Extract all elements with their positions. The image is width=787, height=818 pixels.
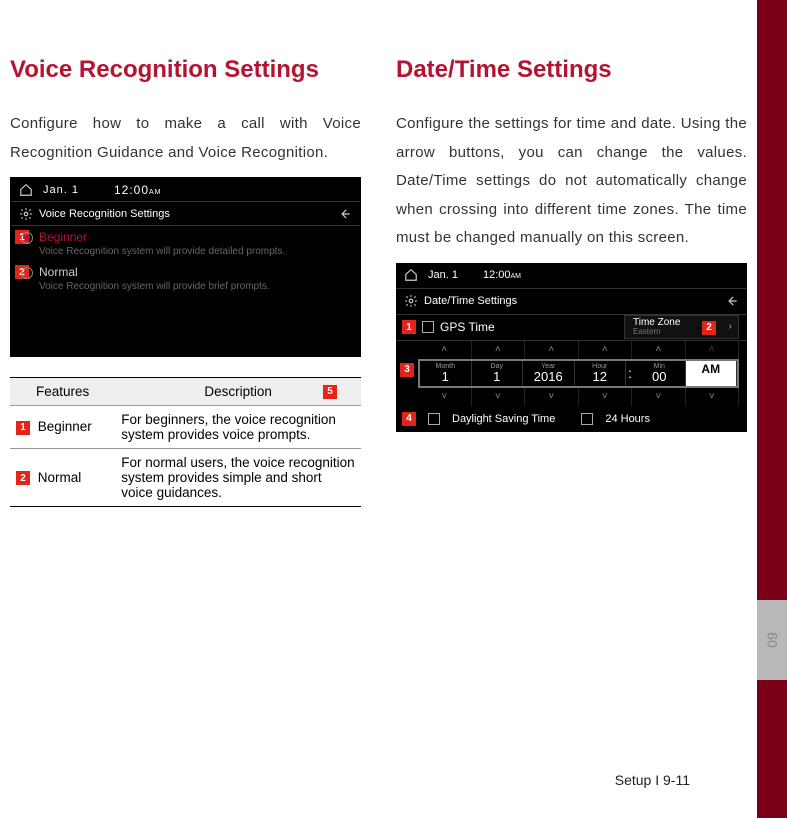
description-header: Description 5 [115,378,361,406]
callout-3: 3 [400,363,414,377]
24hours-label: 24 Hours [605,413,650,425]
chevron-up-icon: ˄ [632,341,686,359]
callout-1-inline: 1 [16,421,30,435]
beginner-label: Beginner [39,230,350,244]
features-table: Features Description 5 1 Beginner For be… [10,377,361,507]
radio-icon [21,267,33,279]
page-footer: Setup I 9-11 [0,772,720,788]
status-time: 12:00AM [114,183,162,197]
desc-normal: For normal users, the voice recognition … [115,449,361,507]
callout-2: 2 [702,321,716,335]
chapter-number: 09 [764,632,780,648]
screenshot-title: Date/Time Settings [424,295,517,307]
chevron-down-icon: ˅ [418,388,472,406]
back-icon [338,207,352,221]
home-icon [404,268,418,282]
chevron-up-icon: ˄ [418,341,472,359]
beginner-option: 1 Beginner Voice Recognition system will… [11,226,360,261]
status-time: 12:00AM [483,269,521,281]
features-header: Features [10,378,115,406]
chevron-right-icon: › [729,322,732,332]
normal-sub: Voice Recognition system will provide br… [39,281,350,292]
chevron-down-icon: ˅ [686,388,740,406]
chevron-up-icon: ˄ [579,341,633,359]
voice-recognition-intro: Configure how to make a call with Voice … [10,110,361,167]
voice-recognition-heading: Voice Recognition Settings [10,55,361,85]
voice-recognition-screenshot: Jan. 1 12:00AM Voice Recognition Setting… [10,177,361,357]
dst-label: Daylight Saving Time [452,413,555,425]
callout-4: 4 [402,412,416,426]
timezone-box: Time Zone Eastern 2 › [624,315,739,339]
chevron-down-icon: ˅ [525,388,579,406]
feature-beginner: Beginner [38,419,92,434]
beginner-sub: Voice Recognition system will provide de… [39,246,350,257]
table-row: 1 Beginner For beginners, the voice reco… [10,406,361,449]
colon-separator: : [626,361,634,386]
gear-icon [19,207,33,221]
screenshot-title: Voice Recognition Settings [39,208,170,220]
back-icon [725,294,739,308]
status-date: Jan. 1 [428,269,458,281]
date-time-intro: Configure the settings for time and date… [396,110,747,253]
date-time-values: Month1 Day1 Year2016 Hour12 : Min00 AM [418,359,739,388]
checkbox-icon [581,413,593,425]
desc-beginner: For beginners, the voice recognition sys… [115,406,361,449]
date-time-screenshot: Jan. 1 12:00AM Date/Time Settings 1 GPS … [396,263,747,432]
feature-normal: Normal [38,470,82,485]
callout-5: 5 [323,385,337,399]
gear-icon [404,294,418,308]
chevron-up-icon: ˄ [525,341,579,359]
date-time-heading: Date/Time Settings [396,55,747,85]
gps-time-label: GPS Time [440,320,495,334]
radio-selected-icon [21,232,33,244]
chevron-down-icon: ˅ [632,388,686,406]
normal-label: Normal [39,265,350,279]
chevron-up-icon: ˄ [472,341,526,359]
chapter-sidebar: 09 [757,0,787,818]
chevron-down-icon: ˅ [472,388,526,406]
chevron-up-icon: ˄ [686,341,740,359]
checkbox-icon [422,321,434,333]
callout-1: 1 [402,320,416,334]
table-row: 2 Normal For normal users, the voice rec… [10,449,361,507]
chevron-down-icon: ˅ [579,388,633,406]
callout-2-inline: 2 [16,471,30,485]
status-date: Jan. 1 [43,184,79,196]
normal-option: 2 Normal Voice Recognition system will p… [11,261,360,296]
home-icon [19,183,33,197]
checkbox-icon [428,413,440,425]
